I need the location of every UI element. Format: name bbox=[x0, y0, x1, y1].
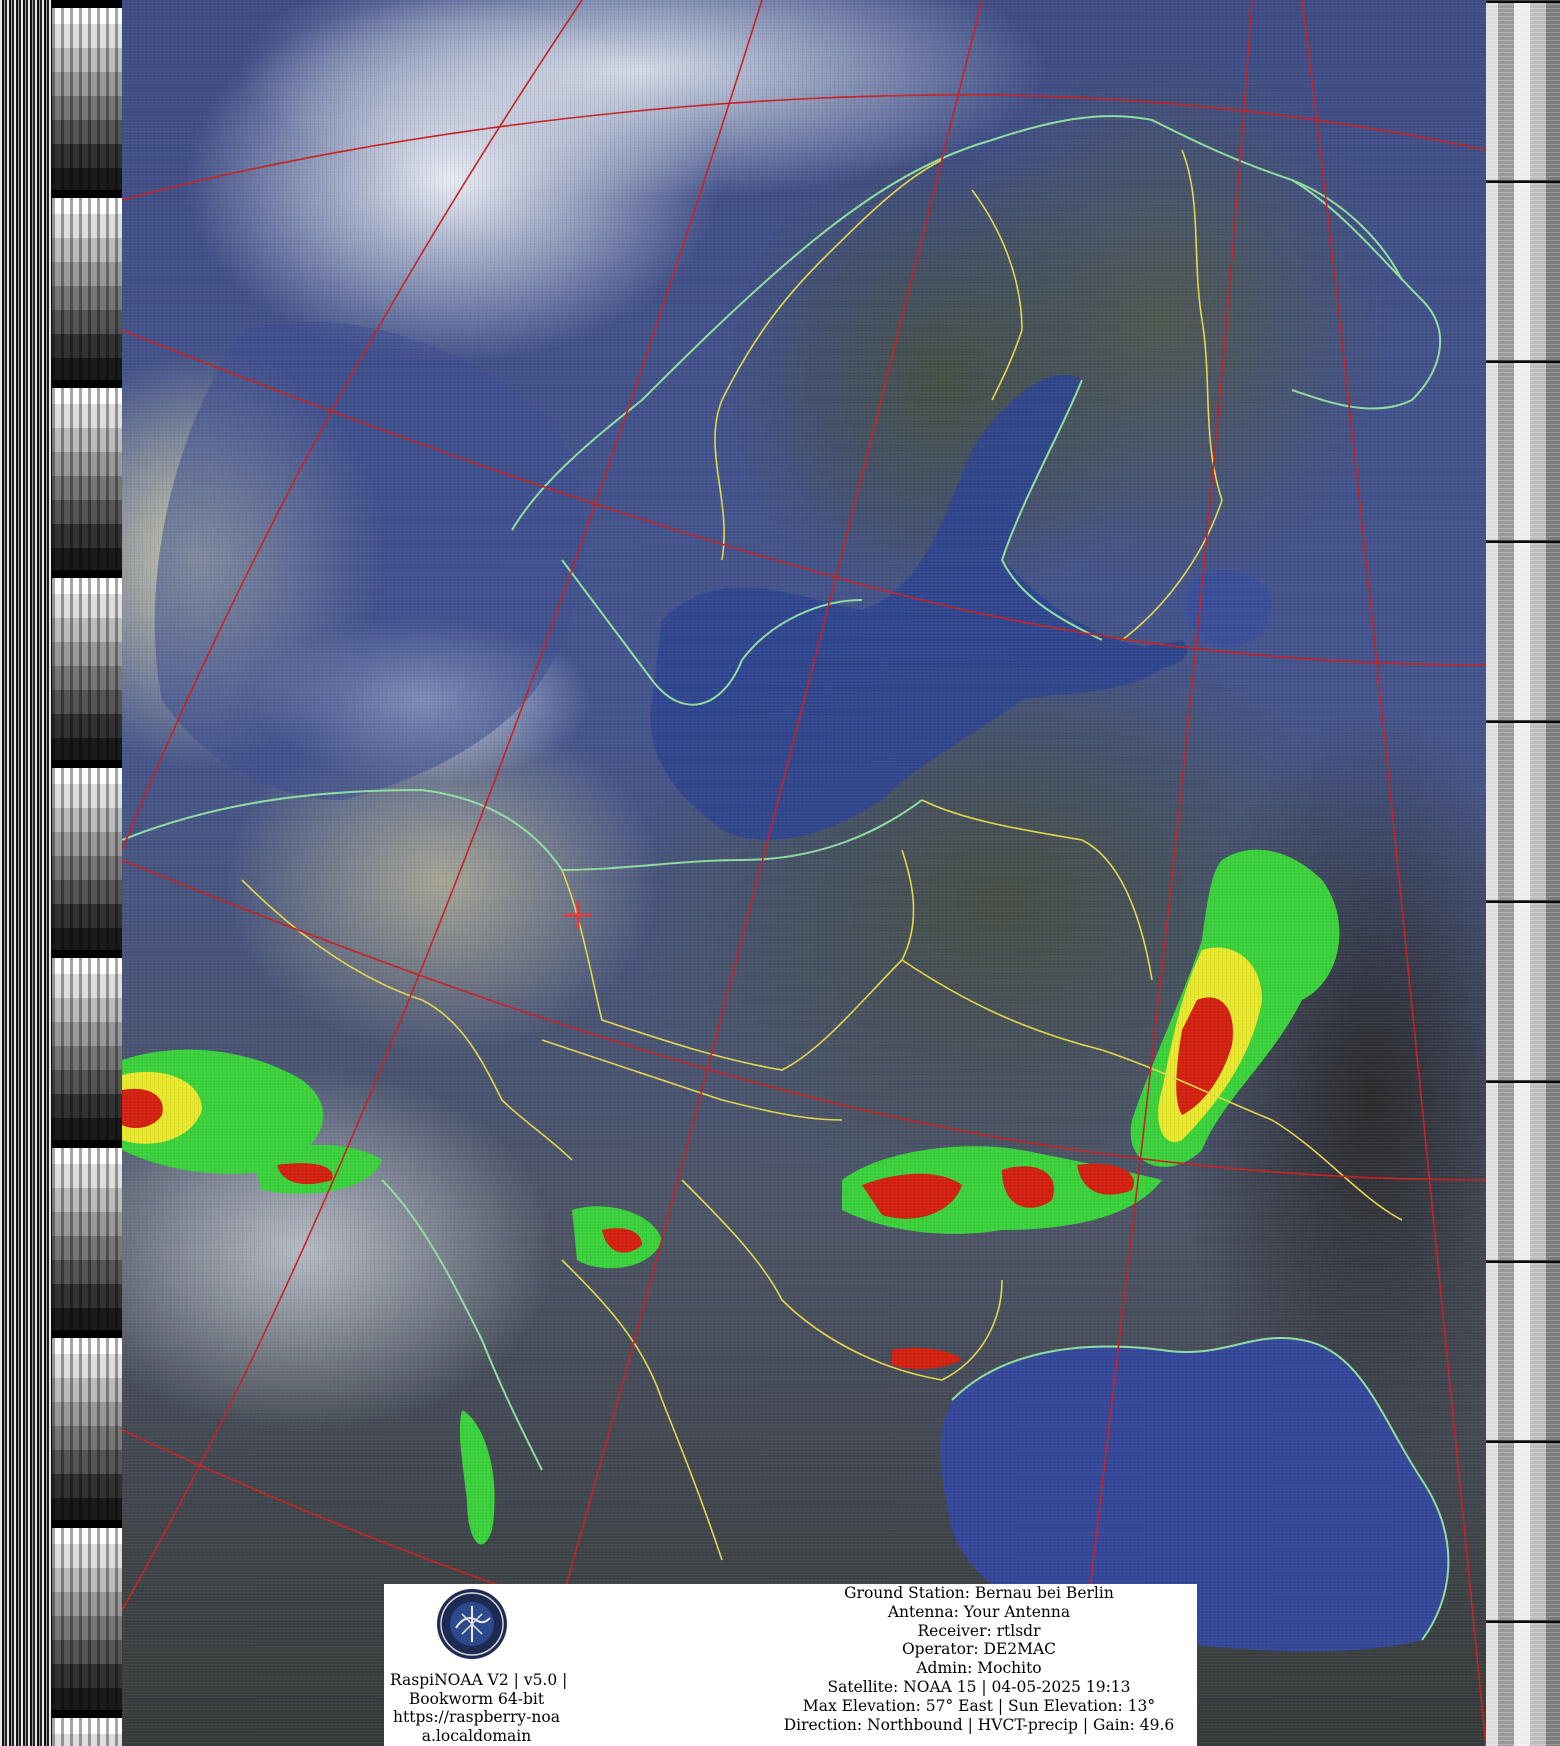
border-norway-sweden bbox=[714, 159, 943, 561]
satellite-line: Satellite: NOAA 15 | 04-05-2025 19:13 bbox=[827, 1677, 1131, 1696]
baltic-sea bbox=[650, 374, 1182, 840]
ground-station-marker-icon bbox=[564, 901, 592, 929]
precip-romania bbox=[892, 1348, 962, 1370]
station-info: RaspiNOAA V2 | v5.0 | Bookworm 64-bit ht… bbox=[390, 1671, 568, 1745]
satellite-image-frame: RaspiNOAA V2 | v5.0 | Bookworm 64-bit ht… bbox=[0, 0, 1560, 1746]
border-finland-russia bbox=[1121, 149, 1223, 641]
border-czech-slovakia bbox=[541, 1039, 843, 1121]
satellite-station-emblem-icon bbox=[436, 1588, 508, 1660]
elevation-line: Max Elevation: 57° East | Sun Elevation:… bbox=[802, 1696, 1156, 1715]
station-url: https://raspberry-noaa.localdomain bbox=[393, 1708, 560, 1745]
precip-dalmatia bbox=[459, 1410, 495, 1545]
os-version: Bookworm 64-bit bbox=[408, 1689, 545, 1708]
receiver-line: Receiver: rtlsdr bbox=[917, 1621, 1041, 1640]
border-belarus bbox=[921, 799, 1153, 981]
meridian-2 bbox=[122, 0, 763, 1611]
sync-stripes-left bbox=[0, 0, 52, 1746]
pass-info-overlay: RaspiNOAA V2 | v5.0 | Bookworm 64-bit ht… bbox=[384, 1584, 1197, 1746]
telemetry-wedges-left bbox=[52, 0, 122, 1746]
border-sweden-finland bbox=[971, 189, 1023, 401]
border-poland bbox=[561, 849, 915, 1071]
admin-line: Admin: Mochito bbox=[916, 1659, 1042, 1678]
kola-coast bbox=[1291, 179, 1442, 410]
pass-info: Ground Station: Bernau bei Berlin Antenn… bbox=[764, 1584, 1194, 1734]
antenna-line: Antenna: Your Antenna bbox=[887, 1602, 1071, 1621]
parallel-1 bbox=[122, 94, 1486, 201]
satellite-map-image bbox=[122, 0, 1486, 1746]
map-overlay bbox=[122, 0, 1486, 1746]
direction-line: Direction: Northbound | HVCT-precip | Ga… bbox=[783, 1715, 1175, 1734]
software-version: RaspiNOAA V2 | v5.0 | bbox=[390, 1671, 568, 1689]
operator-line: Operator: DE2MAC bbox=[901, 1640, 1057, 1659]
ground-station-line: Ground Station: Bernau bei Berlin bbox=[844, 1584, 1114, 1602]
space-view-stripes-right bbox=[1486, 0, 1560, 1746]
north-sea bbox=[154, 322, 585, 800]
norway-coast bbox=[511, 115, 1403, 531]
